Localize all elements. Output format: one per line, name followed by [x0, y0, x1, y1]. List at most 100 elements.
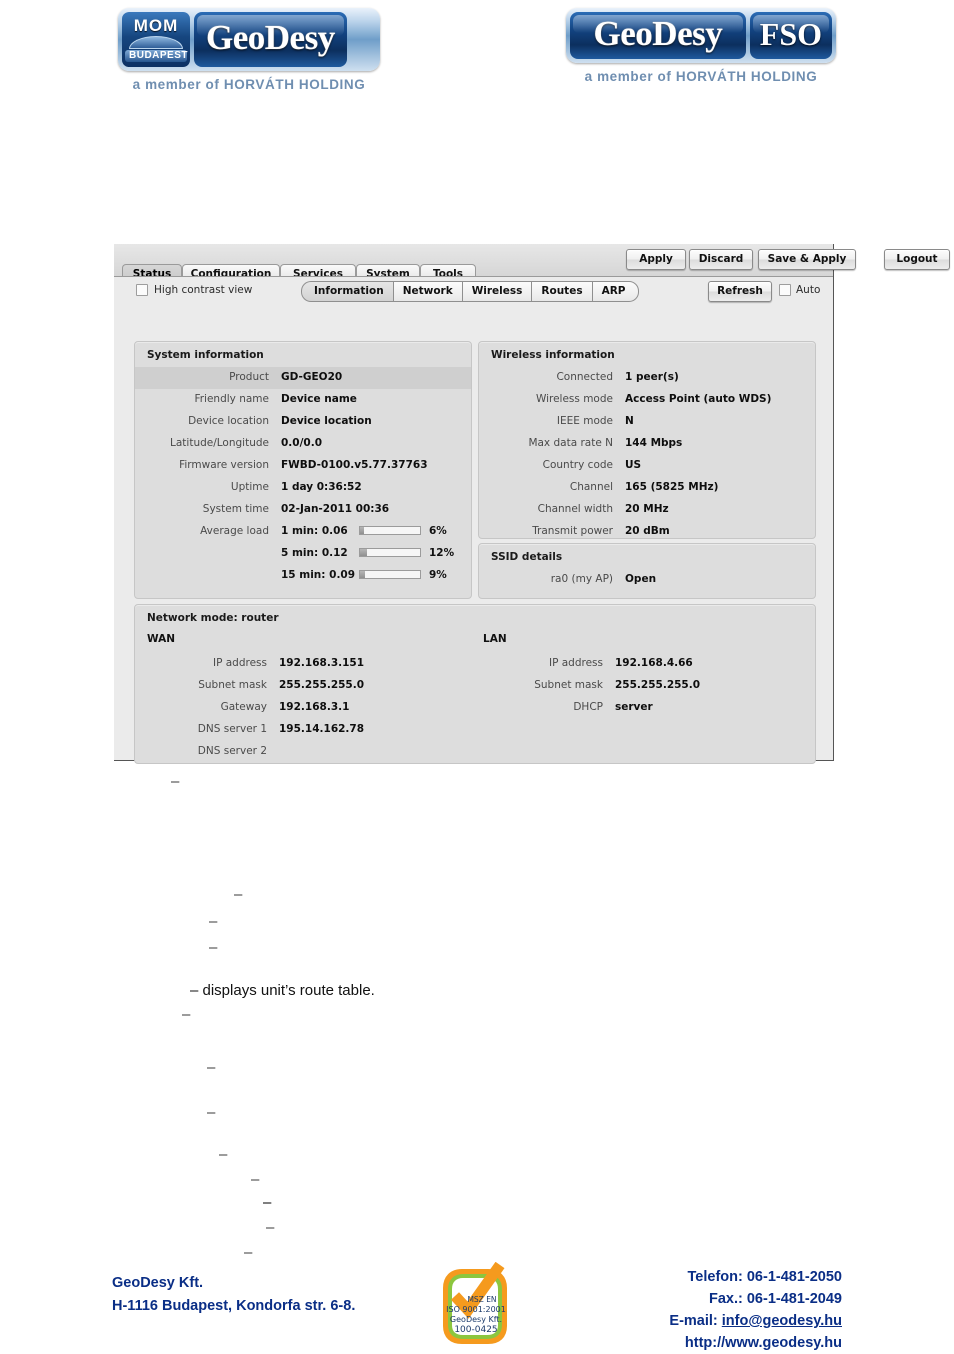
info-row: Transmit power 20 dBm — [479, 521, 815, 543]
body-dash-marker: – — [207, 1059, 216, 1076]
info-row-value: Device location — [281, 415, 372, 427]
system-information-rows: Product GD-GEO20 Friendly name Device name D… — [135, 367, 471, 521]
info-row-key: ra0 (my AP) — [550, 573, 613, 585]
iso-line3: GeoDesy Kft. — [450, 1315, 502, 1324]
info-row-key: IP address — [548, 657, 603, 669]
ssid-details-panel: SSID details ra0 (my AP) Open — [478, 543, 816, 599]
info-row-key: DHCP — [573, 701, 603, 713]
ui-sub-toolbar: High contrast view Information Network W… — [114, 277, 833, 305]
average-load-percent: 6% — [429, 525, 447, 537]
info-row: Product GD-GEO20 — [135, 367, 471, 389]
info-row-key: Country code — [542, 459, 613, 471]
subtab-network[interactable]: Network — [392, 281, 462, 302]
footer-email-link[interactable]: info@geodesy.hu — [722, 1313, 842, 1329]
logo-geodesy-mom: MOM BUDAPEST GeoDesy a member of HORVÁTH… — [118, 8, 380, 92]
footer-address-block: GeoDesy Kft. H-1116 Budapest, Kondorfa s… — [112, 1272, 355, 1318]
high-contrast-checkbox[interactable] — [136, 284, 148, 296]
subtab-wireless[interactable]: Wireless — [461, 281, 532, 302]
refresh-button[interactable]: Refresh — [708, 281, 772, 302]
average-load-label: 5 min: 0.12 — [281, 547, 348, 559]
body-dash-marker: – — [234, 886, 243, 903]
info-row-key: Friendly name — [194, 393, 269, 405]
ssid-details-rows: ra0 (my AP) Open — [479, 569, 815, 591]
ui-content-area: High contrast view Information Network W… — [114, 276, 833, 764]
body-text-line: – displays unit’s route table. — [190, 982, 375, 999]
info-row: Device location Device location — [135, 411, 471, 433]
info-row-value: 192.168.3.1 — [279, 701, 350, 713]
info-row-key: Max data rate N — [528, 437, 613, 449]
logo-caption-right: a member of HORVÁTH HOLDING — [584, 69, 818, 84]
average-load-progress-fill — [360, 549, 368, 556]
footer-email-line: E-mail: info@geodesy.hu — [669, 1310, 842, 1332]
info-row: Wireless mode Access Point (auto WDS) — [479, 389, 815, 411]
wireless-information-panel: Wireless information Connected 1 peer(s) W… — [478, 341, 816, 539]
info-row-key: Subnet mask — [198, 679, 267, 691]
footer-company-name: GeoDesy Kft. — [112, 1275, 204, 1291]
auto-refresh-control[interactable]: Auto — [779, 284, 820, 296]
info-row-value: 1 peer(s) — [625, 371, 679, 383]
ssid-details-title: SSID details — [491, 551, 563, 563]
info-row-value: 195.14.162.78 — [279, 723, 365, 735]
subtab-information[interactable]: Information — [301, 281, 393, 302]
info-row-key: Channel width — [537, 503, 613, 515]
info-row-key: IP address — [212, 657, 267, 669]
body-dash-marker: – — [263, 1194, 272, 1211]
logout-button[interactable]: Logout — [884, 249, 950, 270]
average-load-item: 5 min: 0.12 12% — [281, 543, 466, 565]
lan-heading: LAN — [483, 633, 507, 645]
logo-geodesy-fso: GeoDesy FSO a member of HORVÁTH HOLDING — [566, 8, 836, 84]
system-information-panel: System information Product GD-GEO20 Friend… — [134, 341, 472, 599]
auto-refresh-checkbox[interactable] — [779, 284, 791, 296]
average-load-percent: 12% — [429, 547, 455, 559]
apply-button[interactable]: Apply — [626, 249, 686, 270]
info-row: IP address 192.168.3.151 — [143, 653, 473, 675]
info-row-key: Channel — [569, 481, 613, 493]
subtab-routes[interactable]: Routes — [531, 281, 592, 302]
info-row-key: Uptime — [230, 481, 269, 493]
info-row: Max data rate N 144 Mbps — [479, 433, 815, 455]
info-row-key: Subnet mask — [534, 679, 603, 691]
footer-fax: Fax.: 06-1-481-2049 — [709, 1291, 842, 1307]
router-admin-screenshot: Apply Discard Save & Apply Logout Status… — [114, 244, 950, 764]
average-load-progressbar — [359, 526, 421, 535]
body-dash-marker: – — [182, 1006, 191, 1023]
discard-button[interactable]: Discard — [689, 249, 753, 270]
iso-certification-logo: MSZ EN ISO 9001:2001 GeoDesy Kft. 100-04… — [438, 1261, 512, 1344]
high-contrast-view-control[interactable]: High contrast view — [136, 284, 252, 296]
info-row-value: 20 dBm — [625, 525, 670, 537]
high-contrast-label: High contrast view — [154, 284, 253, 296]
info-row-value: 165 (5825 MHz) — [625, 481, 719, 493]
average-load-progress-fill — [360, 527, 364, 534]
info-row-key: System time — [202, 503, 269, 515]
info-row: Channel width 20 MHz — [479, 499, 815, 521]
footer-email-prefix: E-mail: — [669, 1313, 722, 1329]
average-load-bars: 1 min: 0.06 6% 5 min: 0.12 12% 15 min: 0.09 9… — [281, 521, 466, 587]
subtab-arp[interactable]: ARP — [591, 281, 639, 302]
info-row-value: Open — [625, 573, 657, 585]
geodesy-text-left: GeoDesy — [206, 18, 335, 57]
average-load-progressbar — [359, 548, 421, 557]
mom-arc-shape — [129, 36, 183, 49]
info-row-value: US — [625, 459, 642, 471]
info-row-value: server — [615, 701, 653, 713]
info-row: Subnet mask 255.255.255.0 — [143, 675, 473, 697]
mom-budapest-icon: MOM BUDAPEST — [122, 12, 190, 67]
network-mode-title: Network mode: router — [147, 612, 279, 624]
average-load-item: 1 min: 0.06 6% — [281, 521, 466, 543]
save-and-apply-button[interactable]: Save & Apply — [758, 249, 856, 270]
info-row-key: Connected — [556, 371, 613, 383]
logo-caption-left: a member of HORVÁTH HOLDING — [132, 77, 366, 92]
info-row: Subnet mask 255.255.255.0 — [479, 675, 809, 697]
body-dash-marker: – — [251, 1171, 260, 1188]
average-load-progress-fill — [360, 571, 366, 578]
info-row-key: Transmit power — [532, 525, 613, 537]
info-row-key: DNS server 1 — [197, 723, 267, 735]
info-row-key: Gateway — [220, 701, 267, 713]
body-dash-marker: – — [207, 1104, 216, 1121]
info-row-value: 02-Jan-2011 00:36 — [281, 503, 390, 515]
auto-refresh-label: Auto — [796, 284, 821, 296]
wan-rows: IP address 192.168.3.151 Subnet mask 255.25… — [143, 653, 473, 763]
average-load-key: Average load — [200, 525, 269, 537]
info-row-value: 192.168.4.66 — [615, 657, 693, 669]
info-row-value: 255.255.255.0 — [615, 679, 701, 691]
